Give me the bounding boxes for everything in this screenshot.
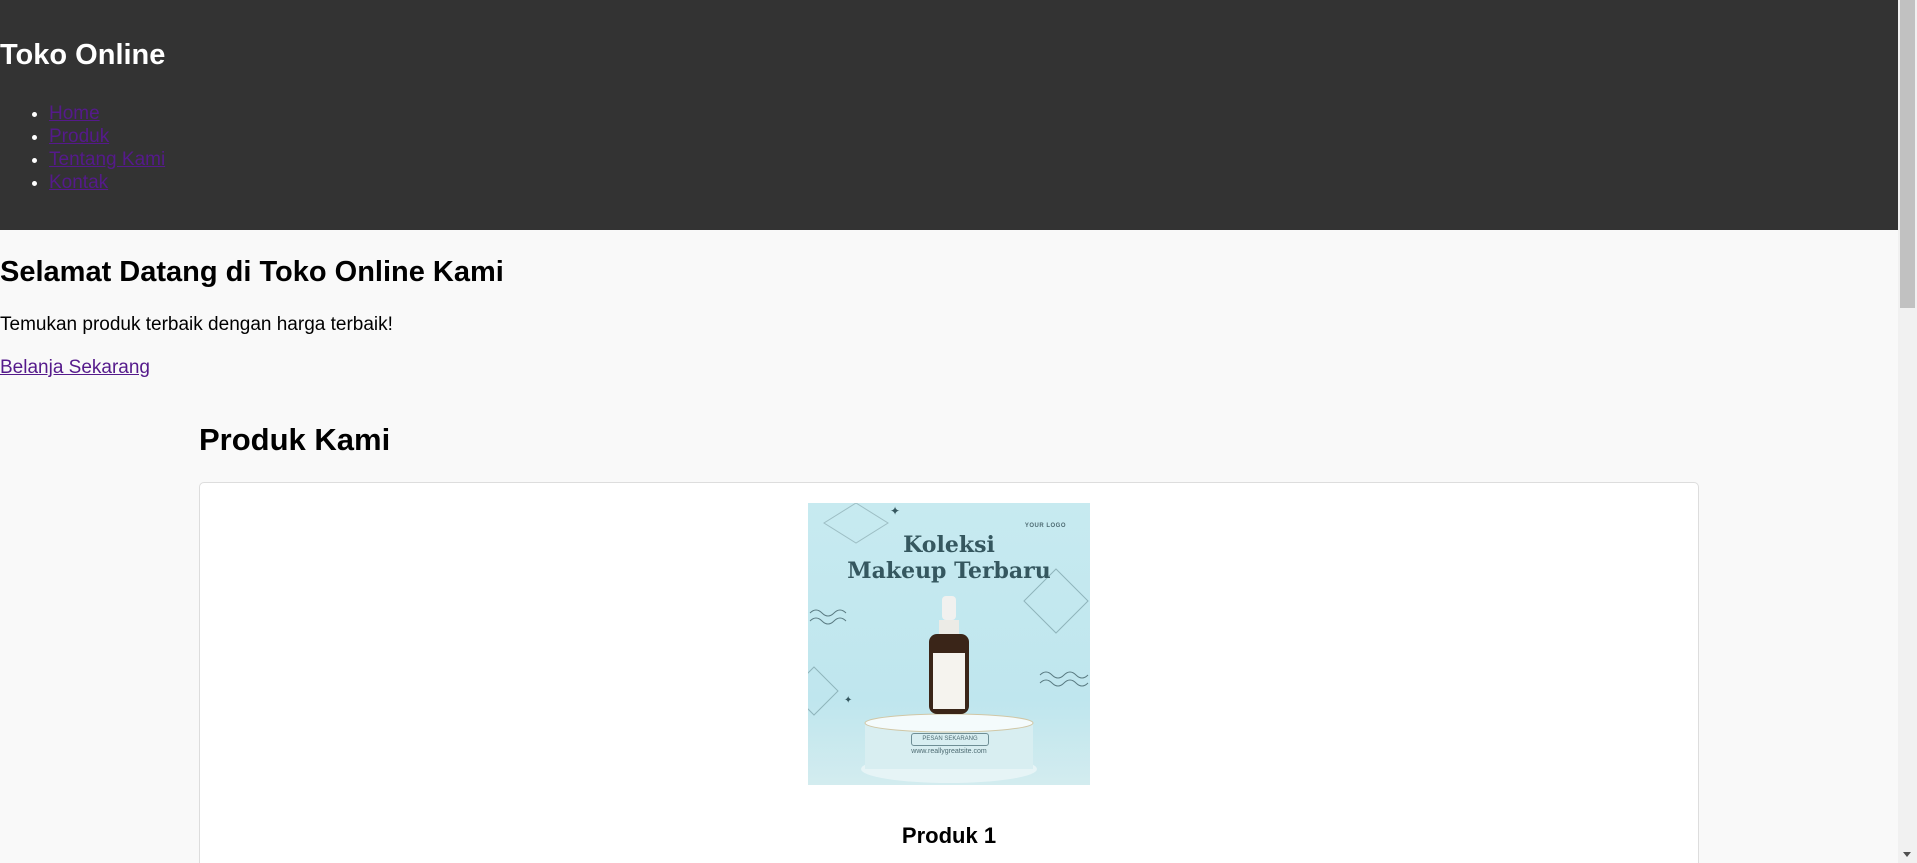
site-title: Toko Online xyxy=(0,39,166,71)
decor-wave-left xyxy=(809,609,847,617)
product-image[interactable]: ✦ ✦ YOUR LOGO Koleksi Makeup Terbaru PES… xyxy=(808,503,1090,785)
decor-diamond-left xyxy=(808,666,839,716)
bottle-label xyxy=(933,653,965,709)
product-card[interactable]: ✦ ✦ YOUR LOGO Koleksi Makeup Terbaru PES… xyxy=(199,482,1699,863)
image-order-button: PESAN SEKARANG xyxy=(911,733,989,746)
image-headline: Koleksi Makeup Terbaru xyxy=(808,532,1090,584)
vertical-scrollbar[interactable] xyxy=(1898,0,1917,863)
decor-wave-left xyxy=(809,617,847,625)
bottle-dropper xyxy=(942,596,956,620)
shop-now-link[interactable]: Belanja Sekarang xyxy=(0,356,150,379)
bottle-cap xyxy=(939,620,959,634)
nav-link-produk[interactable]: Produk xyxy=(49,126,109,147)
page: Toko Online Home Produk Tentang Kami Kon… xyxy=(0,0,1898,863)
image-website: www.reallygreatsite.com xyxy=(911,748,987,755)
nav-item-tentang-kami: Tentang Kami xyxy=(49,148,1898,171)
products-heading: Produk Kami xyxy=(199,422,391,457)
podium-top xyxy=(864,713,1034,733)
product-name: Produk 1 xyxy=(901,823,997,848)
decor-wave-right xyxy=(1039,679,1089,687)
hero-heading: Selamat Datang di Toko Online Kami xyxy=(0,256,504,288)
nav-item-kontak: Kontak xyxy=(49,171,1898,194)
image-headline-line-1: Koleksi xyxy=(903,532,995,558)
nav-link-tentang-kami[interactable]: Tentang Kami xyxy=(49,149,165,170)
image-logo-text: YOUR LOGO xyxy=(1024,523,1066,529)
scrollbar-thumb[interactable] xyxy=(1900,0,1915,308)
hero-section: Selamat Datang di Toko Online Kami Temuk… xyxy=(0,254,1898,379)
site-header: Toko Online Home Produk Tentang Kami Kon… xyxy=(0,0,1898,230)
image-headline-line-2: Makeup Terbaru xyxy=(847,558,1051,584)
sparkle-icon: ✦ xyxy=(890,504,900,518)
nav-item-home: Home xyxy=(49,102,1898,125)
sparkle-icon: ✦ xyxy=(844,695,852,706)
hero-subtext: Temukan produk terbaik dengan harga terb… xyxy=(0,314,393,335)
products-section: Produk Kami ✦ ✦ YOUR LOGO Koleksi Makeup… xyxy=(199,420,1699,863)
scroll-down-arrow-icon[interactable] xyxy=(1903,852,1911,857)
nav-link-kontak[interactable]: Kontak xyxy=(49,172,108,193)
nav-link-home[interactable]: Home xyxy=(49,103,100,124)
decor-wave-right xyxy=(1039,671,1089,679)
main-nav: Home Produk Tentang Kami Kontak xyxy=(0,102,1898,194)
nav-item-produk: Produk xyxy=(49,125,1898,148)
